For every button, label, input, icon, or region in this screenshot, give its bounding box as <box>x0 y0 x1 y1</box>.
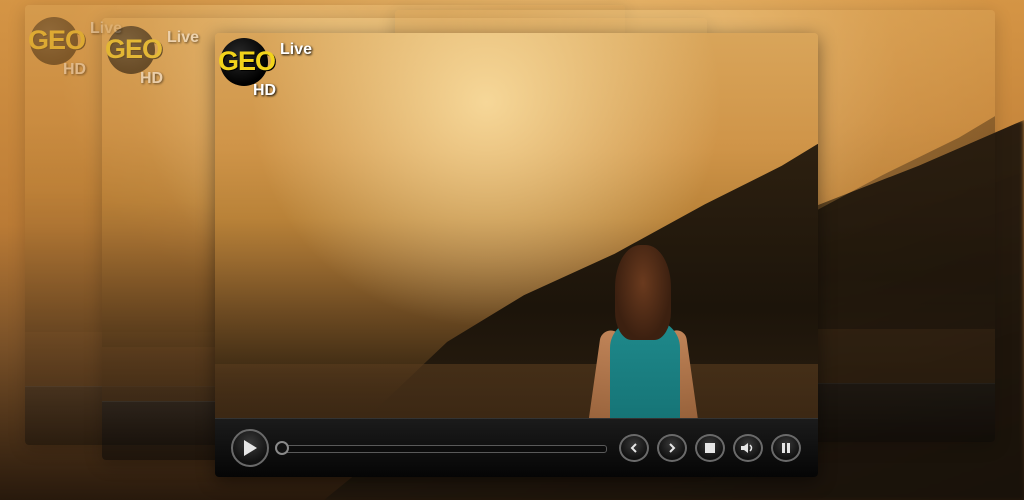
stop-icon <box>705 443 715 453</box>
pause-icon <box>782 443 790 453</box>
stop-button[interactable] <box>695 434 725 462</box>
logo-text: GEO <box>218 46 276 76</box>
chevron-left-icon <box>630 443 637 453</box>
chevron-right-icon <box>669 443 676 453</box>
seek-knob[interactable] <box>275 441 289 455</box>
video-player[interactable]: GEO Live HD <box>215 33 818 477</box>
control-bar <box>215 418 818 477</box>
seek-bar[interactable] <box>277 445 607 453</box>
video-field <box>215 364 818 419</box>
volume-button[interactable] <box>733 434 763 462</box>
speaker-icon <box>741 443 753 453</box>
previous-button[interactable] <box>619 434 649 462</box>
play-button[interactable] <box>231 429 269 467</box>
hd-label: HD <box>253 82 277 99</box>
next-button[interactable] <box>657 434 687 462</box>
pause-button[interactable] <box>771 434 801 462</box>
live-label: Live <box>280 41 313 58</box>
play-icon <box>244 440 257 456</box>
